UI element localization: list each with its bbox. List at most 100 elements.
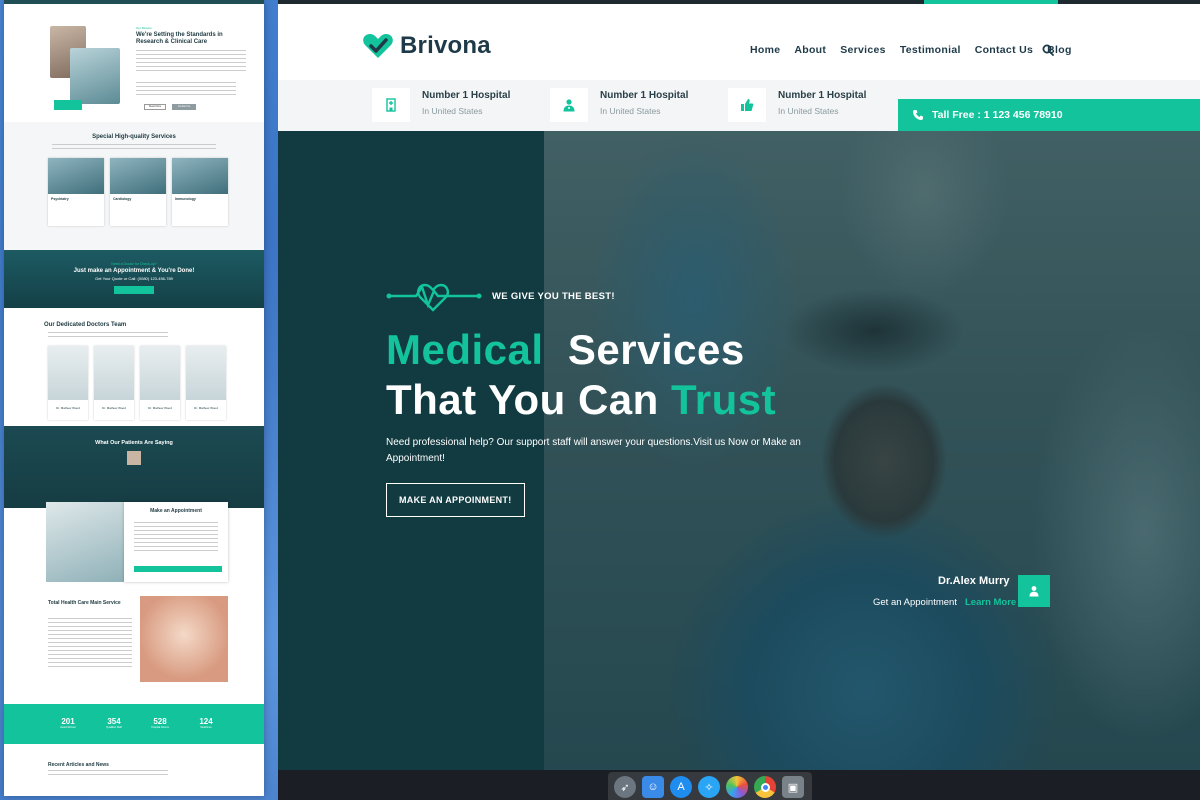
preview-stat-label: Qualified Staff xyxy=(106,726,122,729)
heartbeat-icon xyxy=(386,283,482,312)
preview-stat: 124 Medicines xyxy=(186,712,226,729)
info-subtitle: In United States xyxy=(422,106,483,116)
finder-icon[interactable]: ☺ xyxy=(642,776,664,798)
preview-testimonial-section: What Our Patients Are Saying xyxy=(4,426,264,508)
preview-news-title: Recent Articles and News xyxy=(48,762,109,768)
info-title: Number 1 Hospital xyxy=(778,90,867,101)
preview-about-section: Our Mission We're Setting the Standards … xyxy=(4,4,264,122)
preview-service-image xyxy=(110,158,166,194)
info-title: Number 1 Hospital xyxy=(422,90,511,101)
preview-appointment-photo xyxy=(46,502,124,582)
preview-service-card: Psychiatry xyxy=(48,158,104,226)
preview-doctor-card: Dr. Mathew Wood xyxy=(48,346,88,420)
preview-care-title: Total Health Care Main Service xyxy=(48,600,121,606)
info-subtitle: In United States xyxy=(600,106,661,116)
hero-section: WE GIVE YOU THE BEST! Medical Services T… xyxy=(278,131,1200,770)
search-icon[interactable] xyxy=(1042,44,1054,56)
chrome-icon[interactable] xyxy=(754,776,776,798)
preview-stat-value: 528 xyxy=(153,717,167,726)
preview-form-fields xyxy=(134,522,218,552)
info-title: Number 1 Hospital xyxy=(600,90,689,101)
info-item: Number 1 Hospital In United States xyxy=(372,88,510,122)
brand-name: Brivona xyxy=(400,32,491,59)
doctor-icon xyxy=(550,88,588,122)
preview-about-button: Read More xyxy=(144,104,166,110)
hospital-icon xyxy=(372,88,410,122)
preview-text-lines xyxy=(48,618,132,668)
dock-tray: ➶ ☺ A ✧ ▣ xyxy=(608,772,812,800)
doctor-name: Dr.Alex Murry xyxy=(938,575,1010,587)
phone-icon xyxy=(913,110,923,120)
preview-stats-section: 201 Award Winner 354 Qualified Staff 528 Ho… xyxy=(4,704,264,744)
preview-doctor-photo xyxy=(48,346,88,400)
preview-appointment-title: Make an Appointment xyxy=(150,508,202,514)
launchpad-icon[interactable]: ➶ xyxy=(614,776,636,798)
tollfree-bar[interactable]: Tall Free : 1 123 456 78910 xyxy=(898,99,1200,131)
preview-feature-list xyxy=(136,82,236,98)
user-icon xyxy=(1029,586,1039,597)
preview-cta-button xyxy=(114,286,154,294)
nav-services[interactable]: Services xyxy=(840,44,886,56)
safari-icon[interactable]: ✧ xyxy=(698,776,720,798)
hero-headline-accent: Medical xyxy=(386,326,544,373)
nav-home[interactable]: Home xyxy=(750,44,780,56)
preview-appointment-section: Make an Appointment xyxy=(4,502,264,594)
preview-cta-eyebrow: Need a Doctor for Check-up? xyxy=(111,262,157,266)
hero-headline: Medical Services That You Can Trust xyxy=(386,325,856,425)
nav-contact[interactable]: Contact Us xyxy=(975,44,1033,56)
preview-appointment-button xyxy=(134,566,222,572)
website-window: Brivona Home About Services Testimonial … xyxy=(278,0,1200,770)
hero-headline-text: Services xyxy=(567,326,745,373)
preview-stat-label: Hospital Rooms xyxy=(151,726,169,729)
preview-service-card: Immunology xyxy=(172,158,228,226)
info-subtitle: In United States xyxy=(778,106,839,116)
preview-doctor-photo xyxy=(94,346,134,400)
preview-news-section: Recent Articles and News xyxy=(4,744,264,796)
app-store-icon[interactable]: A xyxy=(670,776,692,798)
preview-service-card: Cardiology xyxy=(110,158,166,226)
make-appointment-button[interactable]: MAKE AN APPOINMENT! xyxy=(386,483,525,517)
preview-doctor-photo xyxy=(140,346,180,400)
preview-services-section: Special High-quality Services Psychiatry… xyxy=(4,122,264,250)
preview-text-lines xyxy=(48,770,168,778)
preview-cta-title: Just make an Appointment & You're Done! xyxy=(73,268,195,274)
preview-stat: 354 Qualified Staff xyxy=(94,712,134,729)
preview-stat-label: Award Winner xyxy=(60,726,76,729)
preview-service-name: Cardiology xyxy=(113,197,132,201)
doctor-profile-button[interactable] xyxy=(1018,575,1050,607)
brand-logo[interactable]: Brivona xyxy=(362,32,491,60)
preview-stat-label: Medicines xyxy=(200,726,212,729)
preview-doctor-card: Dr. Mathew Wood xyxy=(94,346,134,420)
preview-doctor-card: Dr. Mathew Wood xyxy=(140,346,180,420)
heart-logo-icon xyxy=(363,34,393,58)
preview-icon[interactable]: ▣ xyxy=(782,776,804,798)
preview-doctor-name: Dr. Mathew Wood xyxy=(56,406,80,410)
preview-doctor-name: Dr. Mathew Wood xyxy=(102,406,126,410)
preview-team-title: Our Dedicated Doctors Team xyxy=(44,322,127,328)
preview-service-image xyxy=(172,158,228,194)
thumbs-up-icon xyxy=(728,88,766,122)
hero-description: Need professional help? Our support staf… xyxy=(386,437,801,464)
hero-headline-text: That You Can xyxy=(386,376,659,423)
preview-about-button-label: Read More xyxy=(148,105,162,108)
preview-appointment-form: Make an Appointment xyxy=(124,502,228,582)
preview-doctor-name: Dr. Mathew Wood xyxy=(194,406,218,410)
page-preview-panel[interactable]: Our Mission We're Setting the Standards … xyxy=(4,0,264,796)
preview-doctor-name: Dr. Mathew Wood xyxy=(148,406,172,410)
preview-about-eyebrow: Our Mission xyxy=(136,26,153,30)
preview-service-name: Psychiatry xyxy=(51,197,69,201)
nav-about[interactable]: About xyxy=(794,44,826,56)
preview-cta-section: Need a Doctor for Check-up? Just make an… xyxy=(4,250,264,308)
preview-contact-button: Contact Us xyxy=(172,104,196,110)
preview-stat: 201 Award Winner xyxy=(48,712,88,729)
nav-testimonial[interactable]: Testimonial xyxy=(900,44,961,56)
tollfree-text: Tall Free : 1 123 456 78910 xyxy=(932,109,1063,121)
preview-text-lines xyxy=(48,332,168,340)
preview-service-image xyxy=(48,158,104,194)
photos-icon[interactable] xyxy=(726,776,748,798)
hero-tagline-text: WE GIVE YOU THE BEST! xyxy=(492,290,615,302)
learn-more-link[interactable]: Learn More xyxy=(965,597,1016,608)
hero-headline-accent: Trust xyxy=(670,376,777,423)
doctor-appointment-label: Get an Appointment xyxy=(873,597,957,608)
preview-doctor-card: Dr. Mathew Wood xyxy=(186,346,226,420)
